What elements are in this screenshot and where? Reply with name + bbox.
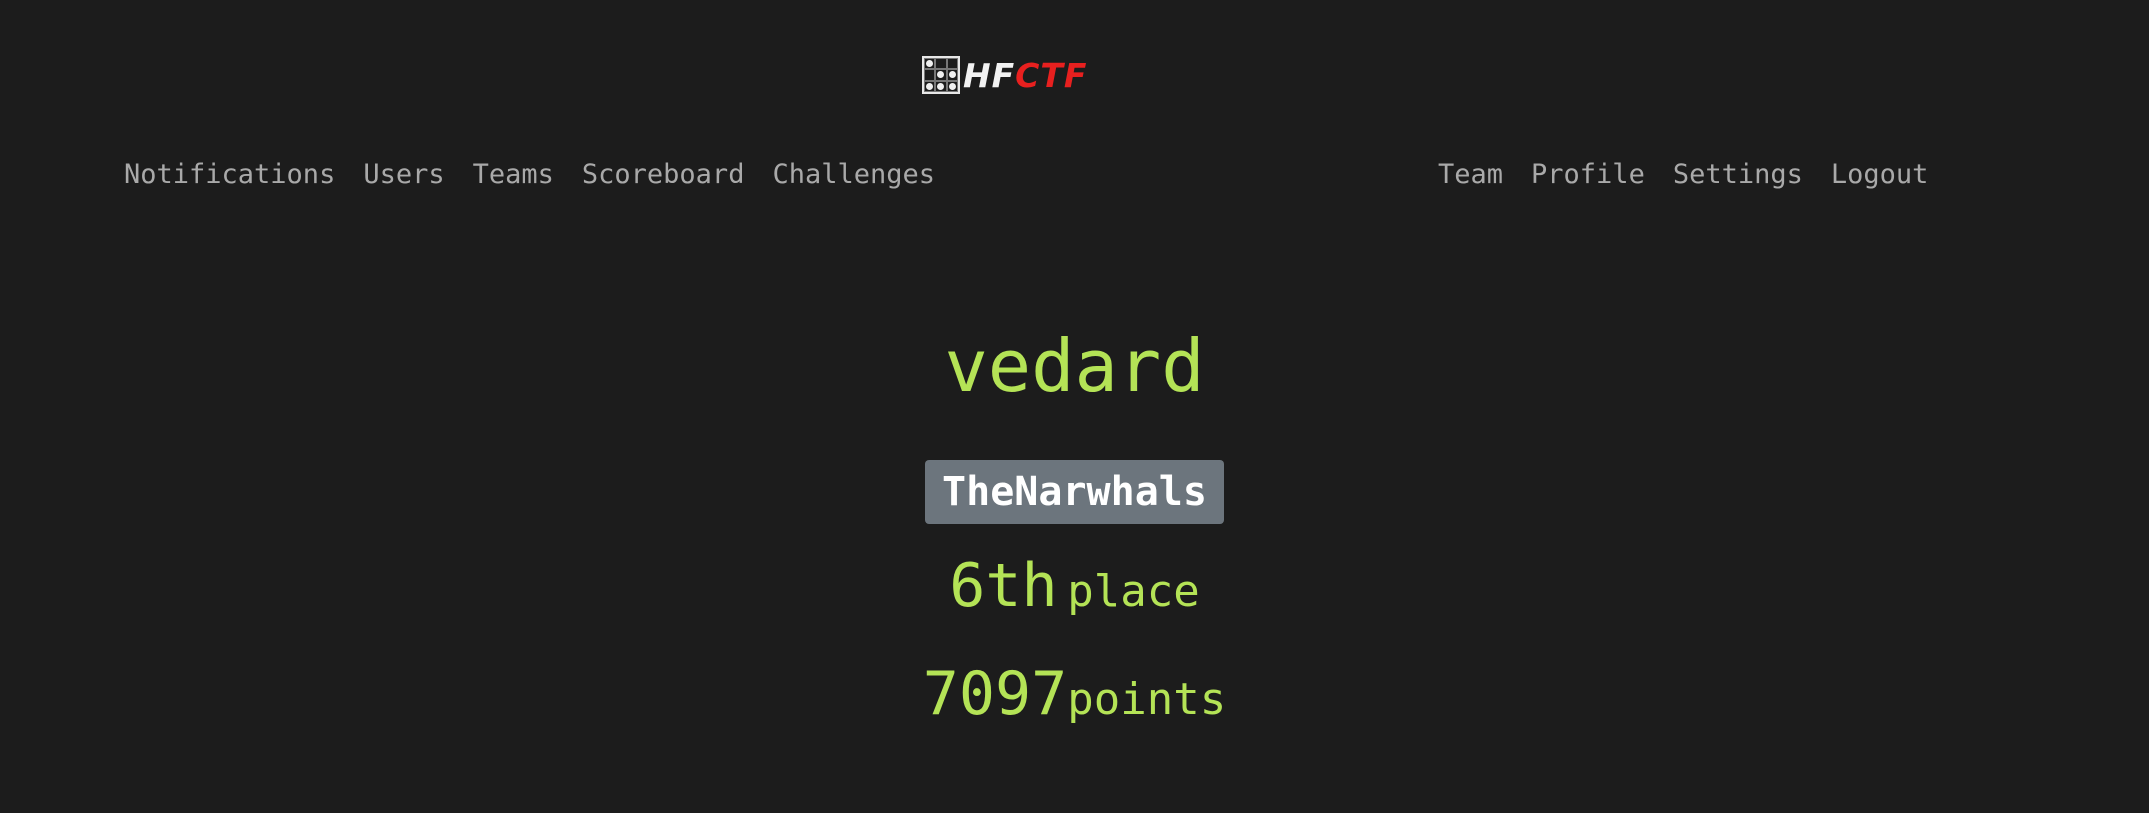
site-logo[interactable]: HFCTF [922,54,1087,96]
nav-profile[interactable]: Profile [1517,153,1659,196]
profile-username: vedard [944,324,1205,408]
user-nav: Team Profile Settings Logout [1424,153,1942,196]
place-label: place [1067,566,1200,617]
place-value: 6th [949,551,1058,621]
nav-scoreboard[interactable]: Scoreboard [568,153,759,196]
nav-team[interactable]: Team [1424,153,1517,196]
logo-text-white: HF [963,55,1016,95]
logo-wordmark: HFCTF [963,59,1087,92]
page: HFCTF Notifications Users Teams Scoreboa… [0,0,2149,813]
logo-text-red: CTF [1015,55,1088,95]
points-display: 7097points [0,664,2149,724]
nav-settings[interactable]: Settings [1659,153,1817,196]
team-badge[interactable]: TheNarwhals [925,460,1224,524]
nav-challenges[interactable]: Challenges [758,153,949,196]
nav-logout[interactable]: Logout [1817,153,1943,196]
nav-teams[interactable]: Teams [459,153,568,196]
points-value: 7097 [922,659,1068,729]
place-display: 6th place [0,556,2149,616]
nav-users[interactable]: Users [349,153,458,196]
logo-grid-icon [922,56,960,94]
nav-notifications[interactable]: Notifications [110,153,349,196]
primary-nav: Notifications Users Teams Scoreboard Cha… [110,153,949,196]
points-label: points [1067,674,1227,725]
team-badge-container: TheNarwhals [0,460,2149,524]
